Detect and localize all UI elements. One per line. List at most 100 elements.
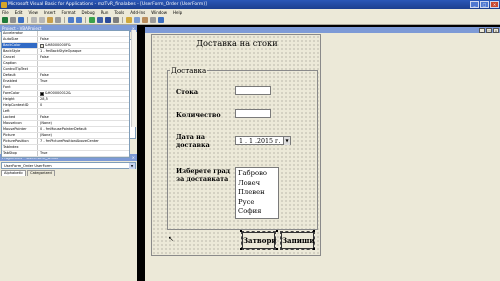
close-icon[interactable]: × — [132, 154, 135, 161]
property-value-cell[interactable]: True — [38, 79, 129, 84]
toolbox-icon[interactable] — [150, 17, 156, 23]
selection-handle[interactable] — [313, 248, 315, 250]
property-value: 7 - fmPicturePositionAboveCenter — [40, 139, 99, 143]
chevron-down-icon[interactable]: ▼ — [283, 137, 290, 145]
paste-icon[interactable] — [47, 17, 53, 23]
close-button[interactable]: × — [490, 1, 499, 8]
list-item[interactable]: Плевен — [238, 188, 276, 198]
project-explorer-icon[interactable] — [126, 17, 132, 23]
property-value-cell[interactable]: &H8000000F& — [38, 43, 129, 48]
property-value-cell[interactable]: 1 - fmBackStyleOpaque — [38, 49, 129, 54]
selection-handle[interactable] — [276, 230, 278, 232]
copy-icon[interactable] — [39, 17, 45, 23]
property-value-cell[interactable] — [38, 61, 129, 66]
property-value-cell[interactable]: 7 - fmPicturePositionAboveCenter — [38, 139, 129, 144]
label-item: Стока — [176, 88, 199, 96]
property-name: Caption — [2, 61, 38, 66]
property-value-cell[interactable]: True — [38, 151, 129, 156]
undo-icon[interactable] — [68, 17, 74, 23]
property-value-cell[interactable]: False — [38, 73, 129, 78]
close-button[interactable]: × — [493, 27, 499, 33]
property-value-cell[interactable]: (None) — [38, 133, 129, 138]
property-name: MouseIcon — [2, 121, 38, 126]
date-picker[interactable]: 1 . 1 .2015 г. ▼ — [235, 136, 291, 145]
menu-tools[interactable]: Tools — [114, 10, 124, 15]
minimize-button[interactable]: _ — [470, 1, 479, 8]
property-value-cell[interactable]: 28,5 — [38, 97, 129, 102]
quantity-textbox[interactable] — [235, 109, 271, 118]
maximize-button[interactable]: □ — [480, 1, 489, 8]
menu-run[interactable]: Run — [101, 10, 109, 15]
list-item[interactable]: Ловеч — [238, 179, 276, 189]
property-value: (None) — [40, 121, 52, 125]
list-item[interactable]: Русе — [238, 198, 276, 208]
menu-view[interactable]: View — [28, 10, 38, 15]
redo-icon[interactable] — [76, 17, 82, 23]
property-value-cell[interactable] — [38, 67, 129, 72]
tab-categorized[interactable]: Categorized — [27, 170, 55, 176]
menu-debug[interactable]: Debug — [82, 10, 95, 15]
properties-window-icon[interactable] — [134, 17, 140, 23]
save-icon[interactable] — [18, 17, 24, 23]
chevron-down-icon[interactable]: ▼ — [129, 163, 135, 169]
mouse-pointer-icon: ↖ — [168, 235, 174, 243]
toolbar-separator — [122, 17, 123, 23]
property-value-cell[interactable] — [38, 145, 129, 150]
selection-handle[interactable] — [240, 230, 242, 232]
break-icon[interactable] — [97, 17, 103, 23]
cut-icon[interactable] — [31, 17, 37, 23]
design-mode-icon[interactable] — [113, 17, 119, 23]
color-swatch — [40, 43, 44, 48]
frame-caption: Доставка — [170, 66, 208, 75]
tab-alphabetic[interactable]: Alphabetic — [1, 170, 27, 176]
property-value-cell[interactable]: False — [38, 115, 129, 120]
properties-scrollbar[interactable] — [131, 30, 136, 127]
selection-handle[interactable] — [313, 230, 315, 232]
property-name: Picture — [2, 133, 38, 138]
restore-button[interactable]: □ — [486, 27, 492, 33]
selection-handle[interactable] — [276, 248, 278, 250]
property-value-cell[interactable]: (None) — [38, 121, 129, 126]
list-item[interactable]: Габрово — [238, 169, 276, 179]
menu-window[interactable]: Window — [151, 10, 167, 15]
property-value-cell[interactable]: False — [38, 55, 129, 60]
property-value-cell[interactable]: False — [38, 37, 129, 42]
menu-addins[interactable]: Add-Ins — [130, 10, 145, 15]
object-selector[interactable]: UserForm_Order UserForm ▼ — [1, 162, 136, 169]
help-icon[interactable] — [158, 17, 164, 23]
property-name: PicturePosition — [2, 139, 38, 144]
save-button[interactable]: Запиши — [279, 230, 316, 251]
property-value-cell[interactable] — [38, 31, 129, 36]
minimize-button[interactable]: _ — [479, 27, 485, 33]
run-icon[interactable] — [89, 17, 95, 23]
property-name: BackColor — [2, 43, 38, 48]
city-listbox[interactable]: Габрово Ловеч Плевен Русе София — [235, 167, 279, 219]
property-value-cell[interactable]: 0 — [38, 103, 129, 108]
object-browser-icon[interactable] — [142, 17, 148, 23]
label-warehouse: Изберете град за доставката — [176, 167, 231, 183]
property-value: False — [40, 55, 49, 59]
menu-file[interactable]: File — [2, 10, 9, 15]
item-textbox[interactable] — [235, 86, 271, 95]
close-form-button[interactable]: Затвори — [240, 230, 277, 251]
selection-handle[interactable] — [240, 248, 242, 250]
property-name: BackStyle — [2, 49, 38, 54]
menu-insert[interactable]: Insert — [44, 10, 55, 15]
menu-edit[interactable]: Edit — [15, 10, 23, 15]
window-controls: _ □ × — [470, 1, 499, 8]
list-item[interactable]: София — [238, 207, 276, 217]
properties-grid[interactable]: Accelerator AutoSize False BackColor &H80000… — [1, 30, 130, 158]
property-value-cell[interactable] — [38, 85, 129, 90]
property-value-cell[interactable] — [38, 109, 129, 114]
property-value-cell[interactable]: 0 - fmMousePointerDefault — [38, 127, 129, 132]
properties-tabs: Alphabetic Categorized — [0, 170, 137, 176]
find-icon[interactable] — [55, 17, 61, 23]
menu-help[interactable]: Help — [173, 10, 182, 15]
excel-view-icon[interactable] — [2, 17, 8, 23]
property-row[interactable]: TabStop True — [2, 151, 129, 157]
menu-format[interactable]: Format — [61, 10, 75, 15]
insert-userform-icon[interactable] — [10, 17, 16, 23]
property-value-cell[interactable]: &H00000012& — [38, 91, 129, 96]
label-quantity: Количество — [176, 111, 221, 119]
reset-icon[interactable] — [105, 17, 111, 23]
